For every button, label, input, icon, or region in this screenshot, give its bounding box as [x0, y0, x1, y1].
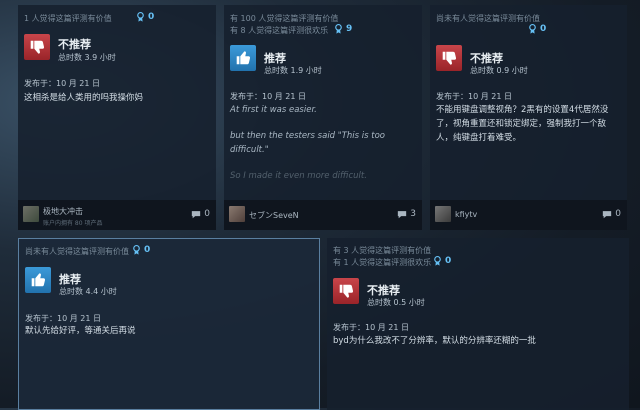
- thumbs-down-icon: [436, 45, 462, 71]
- award-icon: [335, 24, 342, 34]
- playtime-hours: 总时数 4.4 小时: [59, 287, 117, 296]
- award-count: 0: [148, 12, 155, 22]
- posted-date: 发布于：10 月 21 日: [436, 92, 512, 101]
- review-card-1[interactable]: 1 人觉得这篇评测有价值 0 不推荐 总时数 3.9 小时 发布于：10 月 2…: [18, 5, 216, 230]
- review-footer: セブンSeveN 3: [224, 200, 422, 230]
- comment-icon: [603, 210, 612, 218]
- award-icon: [137, 12, 144, 22]
- review-card-3[interactable]: 尚未有人觉得这篇评测有价值 0 不推荐 总时数 0.9 小时 发布于：10 月 …: [430, 5, 627, 230]
- playtime-hours: 总时数 0.5 小时: [367, 298, 425, 307]
- user-product-count: 账户内拥有 80 项产品: [43, 220, 103, 227]
- review-verdict: 推荐: [264, 52, 286, 65]
- review-text: 不能用键盘调整视角？2黑有的设置4代居然没了，视角重置还和锁定绑定，强制我打一个…: [436, 105, 609, 143]
- review-text: At first it was easier.: [230, 105, 317, 115]
- helpful-count-text: 尚未有人觉得这篇评测有价值: [436, 14, 540, 23]
- posted-date: 发布于：10 月 21 日: [24, 79, 100, 88]
- review-footer: 极地大冲击 账户内拥有 80 项产品 0: [18, 200, 216, 230]
- comment-icon: [398, 210, 407, 218]
- review-body: byd为什么我改不了分辨率，默认的分辨率还糊的一批: [333, 334, 621, 360]
- thumbs-down-icon: [24, 34, 50, 60]
- username[interactable]: セブンSeveN: [249, 210, 299, 221]
- posted-date: 发布于：10 月 21 日: [230, 92, 306, 101]
- award-button[interactable]: 0: [433, 256, 451, 266]
- avatar[interactable]: [229, 206, 245, 222]
- review-body: 默认先给好评，等通关后再说: [25, 324, 311, 350]
- review-card-5[interactable]: 有 3 人觉得这篇评测有价值 有 1 人觉得这篇评测很欢乐 0 不推荐 总时数 …: [327, 238, 629, 410]
- review-body: At first it was easier. but then the tes…: [230, 103, 414, 195]
- review-verdict: 不推荐: [470, 52, 503, 65]
- review-footer: kfiytv 0: [430, 200, 627, 230]
- review-text: byd为什么我改不了分辨率，默认的分辨率还糊的一批: [333, 336, 536, 346]
- comment-button[interactable]: 3: [397, 209, 416, 219]
- award-button[interactable]: 0: [136, 12, 154, 22]
- award-icon: [434, 256, 441, 266]
- comment-count: 3: [410, 209, 416, 219]
- avatar[interactable]: [23, 206, 39, 222]
- playtime-hours: 总时数 3.9 小时: [58, 53, 116, 62]
- review-verdict: 不推荐: [58, 38, 91, 51]
- award-button[interactable]: 9: [334, 24, 352, 34]
- review-text: but then the testers said "This is too d…: [230, 131, 385, 155]
- award-button[interactable]: 0: [528, 24, 546, 34]
- review-verdict: 不推荐: [367, 284, 400, 297]
- username[interactable]: 极地大冲击: [43, 206, 83, 217]
- comment-count: 0: [204, 209, 210, 219]
- review-text: So I made it even more difficult.: [230, 171, 367, 181]
- posted-date: 发布于：10 月 21 日: [25, 314, 101, 323]
- playtime-hours: 总时数 0.9 小时: [470, 66, 528, 75]
- helpful-count-text: 1 人觉得这篇评测有价值: [24, 14, 112, 23]
- award-count: 0: [445, 256, 452, 266]
- username[interactable]: kfiytv: [455, 210, 477, 219]
- thumbs-up-icon: [25, 267, 51, 293]
- award-icon: [529, 24, 536, 34]
- award-count: 0: [540, 24, 547, 34]
- review-body: 这相杀是给人类用的吗我操你妈: [24, 91, 208, 117]
- funny-count-text: 有 8 人觉得这篇评测很欢乐: [230, 26, 329, 35]
- posted-date: 发布于：10 月 21 日: [333, 323, 409, 332]
- helpful-count-text: 尚未有人觉得这篇评测有价值: [25, 247, 129, 256]
- comment-button[interactable]: 0: [191, 209, 210, 219]
- review-card-4[interactable]: 尚未有人觉得这篇评测有价值 0 推荐 总时数 4.4 小时 发布于：10 月 2…: [18, 238, 320, 410]
- funny-count-text: 有 1 人觉得这篇评测很欢乐: [333, 258, 432, 267]
- helpful-count-text: 有 100 人觉得这篇评测有价值: [230, 14, 339, 23]
- helpful-count-text: 有 3 人觉得这篇评测有价值: [333, 246, 432, 255]
- thumbs-down-icon: [333, 278, 359, 304]
- avatar[interactable]: [435, 206, 451, 222]
- review-text: 默认先给好评，等通关后再说: [25, 326, 136, 336]
- thumbs-up-icon: [230, 45, 256, 71]
- award-icon: [133, 245, 140, 255]
- comment-icon: [192, 210, 201, 218]
- comment-count: 0: [615, 209, 621, 219]
- review-text: 这相杀是给人类用的吗我操你妈: [24, 93, 144, 103]
- review-verdict: 推荐: [59, 273, 81, 286]
- review-body: 不能用键盘调整视角？2黑有的设置4代居然没了，视角重置还和锁定绑定，强制我打一个…: [436, 103, 619, 157]
- comment-button[interactable]: 0: [602, 209, 621, 219]
- playtime-hours: 总时数 1.9 小时: [264, 66, 322, 75]
- award-count: 9: [346, 24, 353, 34]
- review-card-2[interactable]: 有 100 人觉得这篇评测有价值 有 8 人觉得这篇评测很欢乐 9 推荐 总时数…: [224, 5, 422, 230]
- award-count: 0: [144, 245, 151, 255]
- award-button[interactable]: 0: [132, 245, 150, 255]
